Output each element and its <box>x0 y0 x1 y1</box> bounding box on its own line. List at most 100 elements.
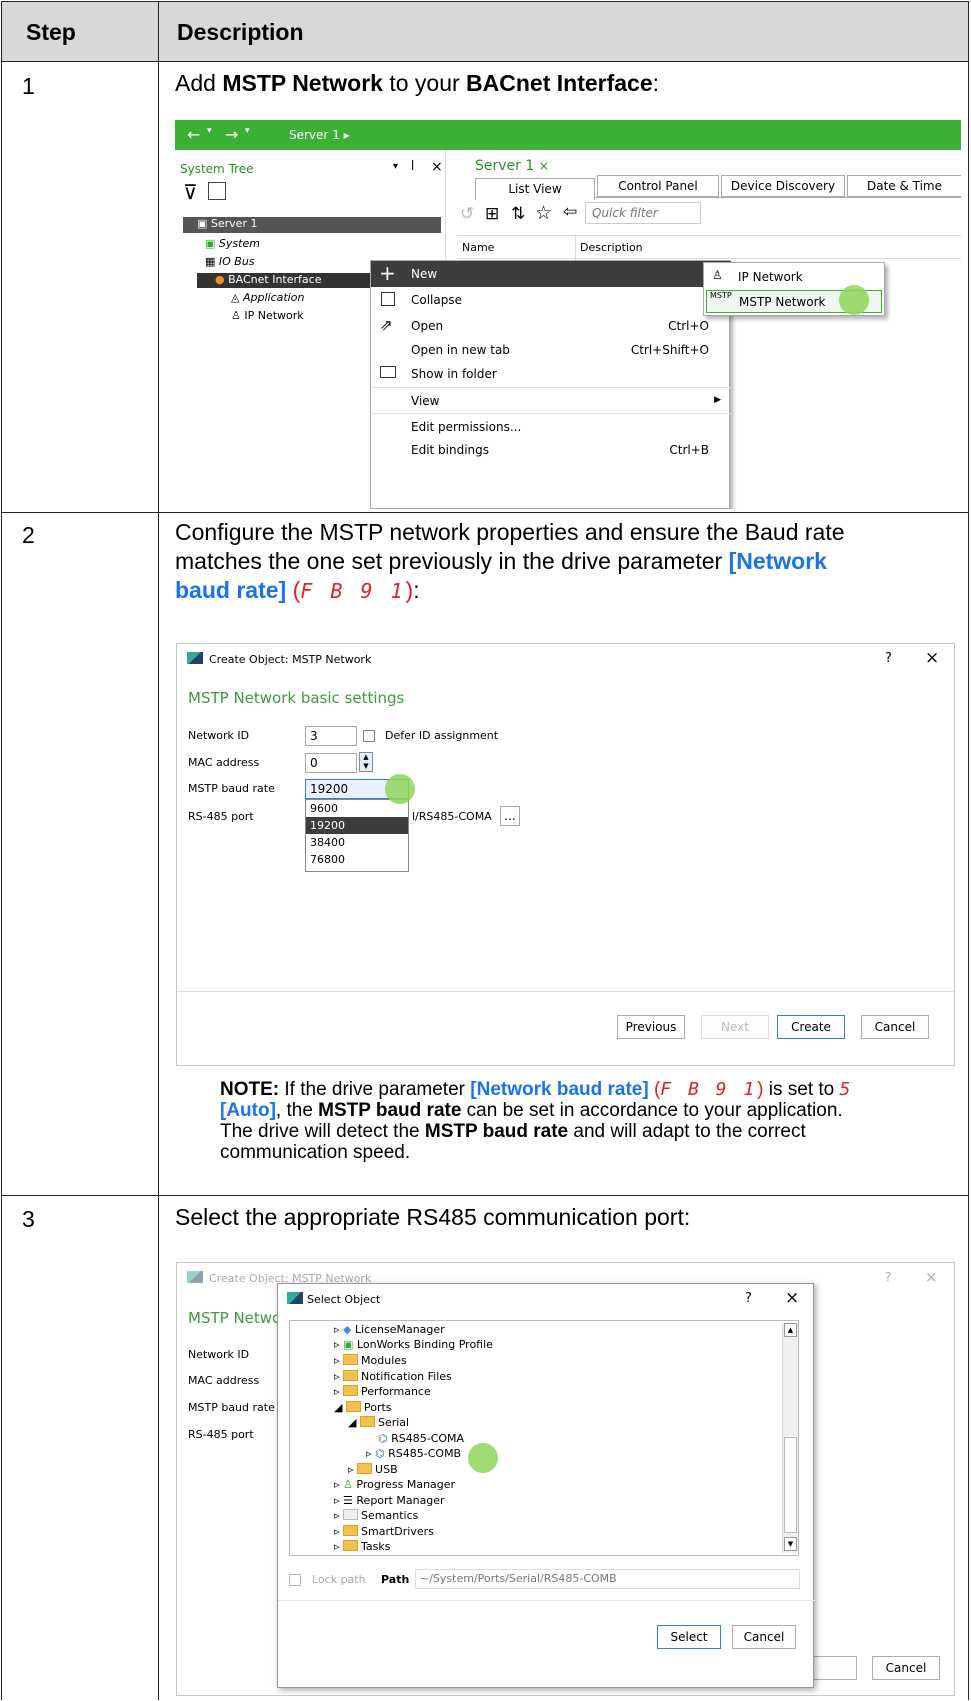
tree-scrollbar[interactable]: ▲ ▼ <box>782 1323 798 1553</box>
tree-item-notification-files[interactable]: ▹ Notification Files <box>334 1370 452 1383</box>
collapse-icon <box>381 292 395 306</box>
undo-icon[interactable]: ↺ <box>460 204 474 224</box>
menu-item-collapse[interactable]: Collapse <box>371 287 731 313</box>
tab-device-discovery[interactable]: Device Discovery <box>721 175 845 197</box>
tree-item-iobus[interactable]: ▦ IO Bus <box>205 255 255 268</box>
bg-mac-label: MAC address <box>188 1374 260 1387</box>
back-arrow-icon[interactable]: ← <box>187 125 200 144</box>
scroll-down-icon[interactable]: ▼ <box>784 1537 797 1551</box>
step-2-text: Configure the MSTP network properties an… <box>175 519 845 603</box>
previous-button[interactable]: Previous <box>617 1015 685 1039</box>
menu-item-open[interactable]: ⇗ Open Ctrl+O <box>371 313 731 339</box>
step-number-2: 2 <box>22 522 35 548</box>
tree-item-server[interactable]: ▣ Server 1 <box>183 217 441 233</box>
defer-label: Defer ID assignment <box>385 729 499 742</box>
tree-item-modules[interactable]: ▹ Modules <box>334 1354 407 1367</box>
navigation-bar: ← ▾ → ▾ Server 1 ▸ <box>175 120 961 150</box>
tree-item-ports[interactable]: ◢ Ports <box>334 1401 392 1414</box>
tree-item-smartdrivers[interactable]: ▹ SmartDrivers <box>334 1525 434 1538</box>
table-border-left <box>1 1 2 1700</box>
column-name[interactable]: Name <box>462 241 494 254</box>
scroll-up-icon[interactable]: ▲ <box>784 1323 797 1337</box>
table-header: Step Description <box>1 1 969 62</box>
forward-arrow-icon[interactable]: → <box>225 125 238 144</box>
create-button[interactable]: Create <box>777 1015 845 1039</box>
baud-option-19200[interactable]: 19200 <box>306 817 408 834</box>
port-value[interactable]: l/RS485-COMA <box>412 810 492 823</box>
breadcrumb[interactable]: Server 1 ▸ <box>289 128 350 142</box>
tree-item-usb[interactable]: ▹ USB <box>348 1463 398 1476</box>
header-description: Description <box>177 19 304 45</box>
close-icon[interactable]: × <box>785 1288 799 1308</box>
collapse-icon[interactable] <box>208 182 226 200</box>
app-icon <box>187 652 203 664</box>
bg-port-label: RS-485 port <box>188 1428 254 1441</box>
filter-icon[interactable]: ⊽ <box>183 180 198 204</box>
open-icon: ⇗ <box>380 316 393 334</box>
quick-filter-input[interactable]: Quick filter <box>585 202 701 224</box>
tab-control-panel[interactable]: Control Panel <box>597 175 719 197</box>
new-folder-icon[interactable]: ⊞ <box>485 204 499 224</box>
baud-option-76800[interactable]: 76800 <box>306 851 408 868</box>
mac-input[interactable]: 0 <box>305 753 357 773</box>
favorites-icon[interactable]: ☆ <box>535 202 552 224</box>
scroll-thumb[interactable] <box>784 1437 797 1533</box>
lock-path-checkbox[interactable] <box>289 1574 301 1586</box>
baud-dropdown: 9600 19200 38400 76800 <box>305 799 409 872</box>
tree-item-application[interactable]: ◬ Application <box>231 291 304 304</box>
baud-option-38400[interactable]: 38400 <box>306 834 408 851</box>
tree-item-ip-network[interactable]: ♙ IP Network <box>231 309 304 322</box>
network-id-input[interactable]: 3 <box>305 726 357 746</box>
view-tabs: List View Control Panel Device Discovery… <box>475 175 961 200</box>
path-input[interactable]: ~/System/Ports/Serial/RS485-COMB <box>415 1569 800 1589</box>
help-icon[interactable]: ? <box>885 651 892 666</box>
forward-dropdown-icon[interactable]: ▾ <box>245 126 250 136</box>
bg-cancel-button[interactable]: Cancel <box>872 1656 940 1680</box>
menu-item-new[interactable]: +New▶ <box>371 261 731 287</box>
cursor-highlight-icon <box>468 1443 498 1473</box>
menu-item-open-new-tab[interactable]: Open in new tab Ctrl+Shift+O <box>371 337 731 363</box>
menu-item-show-in-folder[interactable]: Show in folder <box>371 361 731 387</box>
defer-checkbox[interactable] <box>363 730 375 742</box>
pin-icon[interactable]: ꟾ <box>411 160 414 173</box>
next-button[interactable]: Next <box>701 1015 769 1039</box>
tree-item-semantics[interactable]: ▹ Semantics <box>334 1509 418 1522</box>
close-icon[interactable]: × <box>925 648 939 668</box>
system-tree-title: System Tree <box>180 162 254 176</box>
close-icon[interactable]: × <box>431 159 443 175</box>
lock-path-label: Lock path <box>312 1573 366 1586</box>
step-3-text: Select the appropriate RS485 communicati… <box>175 1204 691 1230</box>
browse-button[interactable]: ... <box>500 806 520 826</box>
column-description[interactable]: Description <box>575 236 647 260</box>
tree-item-system[interactable]: ▣ System <box>205 237 260 250</box>
tree-item-progress-manager[interactable]: ▹ ♙ Progress Manager <box>334 1478 455 1491</box>
select-button[interactable]: Select <box>657 1625 721 1649</box>
cancel-button[interactable]: Cancel <box>861 1015 929 1039</box>
tab-date-time[interactable]: Date & Time <box>847 175 961 197</box>
mac-stepper[interactable]: ▲ ▼ <box>359 752 373 772</box>
tree-item-report-manager[interactable]: ▹ ☰ Report Manager <box>334 1494 445 1507</box>
back-dropdown-icon[interactable]: ▾ <box>207 126 212 136</box>
menu-item-edit-bindings[interactable]: Edit bindings Ctrl+B <box>371 437 731 463</box>
tree-item-tasks[interactable]: ▹ Tasks <box>334 1540 391 1553</box>
tree-item-serial[interactable]: ◢ Serial <box>348 1416 409 1429</box>
step-1-text: Add MSTP Network to your BACnet Interfac… <box>175 70 660 96</box>
menu-item-view[interactable]: View ▶ <box>371 387 731 413</box>
tree-item-rs485-coma[interactable]: ⌬ RS485-COMA <box>378 1432 464 1445</box>
mstp-icon: MSTP <box>710 291 732 300</box>
tree-item-license-manager[interactable]: ▹ ◆ LicenseManager <box>334 1323 445 1336</box>
dialog-title: Create Object: MSTP Network <box>209 653 372 666</box>
pane-menu-icon[interactable]: ▾ <box>393 161 398 172</box>
tree-item-rs485-comb[interactable]: ▹ ⌬ RS485-COMB <box>366 1447 461 1460</box>
export-icon[interactable]: ⇦ <box>563 202 577 222</box>
menu-item-edit-permissions[interactable]: Edit permissions... <box>371 413 731 439</box>
screenshot-context-menu: ← ▾ → ▾ Server 1 ▸ System Tree ▾ ꟾ × ⊽ ▣… <box>175 120 961 509</box>
document-tab[interactable]: Server 1 × <box>475 158 549 174</box>
tab-list-view[interactable]: List View <box>475 178 595 200</box>
tree-item-performance[interactable]: ▹ Performance <box>334 1385 431 1398</box>
bg-help-icon: ? <box>885 1270 892 1284</box>
sort-icon[interactable]: ⇅ <box>511 204 525 224</box>
tree-item-lonworks[interactable]: ▹ ▣ LonWorks Binding Profile <box>334 1338 493 1351</box>
help-icon[interactable]: ? <box>745 1291 752 1306</box>
cancel-button[interactable]: Cancel <box>732 1625 796 1649</box>
